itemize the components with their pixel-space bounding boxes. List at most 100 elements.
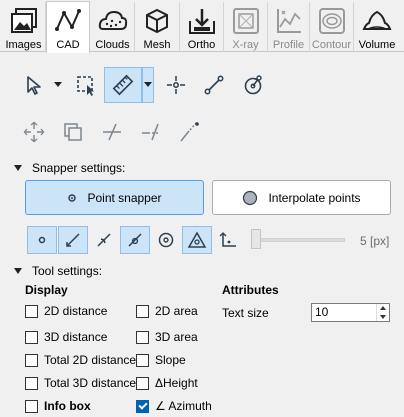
- checkbox-box[interactable]: [25, 353, 38, 367]
- point-dot-icon: [68, 193, 77, 202]
- checkbox-box[interactable]: [136, 353, 149, 367]
- interpolate-points-button[interactable]: Interpolate points: [212, 180, 391, 215]
- circle-tool-button[interactable]: [235, 70, 271, 100]
- tab-volume[interactable]: Volume: [354, 2, 400, 52]
- tab-label: Profile: [272, 39, 305, 51]
- measure-tool-dropdown[interactable]: [142, 67, 154, 103]
- copy-tool-button[interactable]: [55, 117, 91, 147]
- extend-tool-button[interactable]: [133, 117, 169, 147]
- extend-icon: [142, 123, 160, 141]
- measure-ruler-button[interactable]: [104, 67, 142, 103]
- contour-icon: [318, 8, 345, 34]
- snap-center-button[interactable]: [151, 226, 181, 254]
- select-tool-button[interactable]: [16, 70, 52, 100]
- display-title: Display: [25, 283, 68, 297]
- checkbox-label: 2D area: [155, 304, 198, 318]
- spin-up-button[interactable]: [377, 304, 389, 313]
- tab-ortho[interactable]: Ortho: [180, 2, 224, 52]
- tool-settings-header[interactable]: Tool settings:: [14, 264, 102, 278]
- checkbox-box[interactable]: [25, 304, 38, 318]
- tab-profile[interactable]: Profile: [268, 2, 310, 52]
- checkbox-box[interactable]: [25, 330, 38, 344]
- crosshair-point-icon: [167, 76, 185, 94]
- checkbox-3d-distance[interactable]: 3D distance: [25, 330, 107, 344]
- snap-perpendicular-button[interactable]: [213, 226, 243, 254]
- rectangle-select-button[interactable]: [68, 70, 104, 100]
- tab-contour[interactable]: Contour: [310, 2, 354, 52]
- tab-xray[interactable]: X-ray: [224, 2, 268, 52]
- trim-icon: [103, 123, 121, 141]
- checkbox-box[interactable]: [136, 304, 149, 318]
- tab-label: Clouds: [95, 39, 130, 51]
- point-snapper-button[interactable]: Point snapper: [25, 180, 204, 215]
- checkbox-slope[interactable]: Slope: [136, 353, 186, 367]
- chevron-down-icon: [144, 82, 152, 87]
- checkbox-azimuth[interactable]: ∠ Azimuth: [136, 399, 212, 413]
- spin-arrows[interactable]: [376, 304, 389, 321]
- tab-label: X-ray: [232, 39, 259, 51]
- interpolate-points-label: Interpolate points: [268, 190, 361, 205]
- clouds-icon: [98, 10, 127, 30]
- snap-on-line-button[interactable]: [120, 226, 150, 254]
- move-tool-button[interactable]: [16, 117, 52, 147]
- checkbox-box[interactable]: [136, 399, 149, 413]
- point-snapper-label: Point snapper: [87, 190, 162, 205]
- point-tool-button[interactable]: [158, 70, 194, 100]
- tab-label: Mesh: [143, 39, 171, 51]
- select-tool-dropdown[interactable]: [52, 70, 64, 100]
- checkbox-box[interactable]: [136, 376, 149, 390]
- tab-label: Volume: [358, 39, 396, 51]
- checkbox-info-box[interactable]: Info box: [25, 399, 91, 413]
- spin-down-button[interactable]: [377, 313, 389, 322]
- checkbox-total-2d-distance[interactable]: Total 2D distance: [25, 353, 136, 367]
- snap-triangle-button[interactable]: [182, 226, 212, 254]
- chevron-down-icon: [380, 314, 386, 319]
- pointer-arrow-icon: [27, 76, 41, 95]
- checkbox-2d-area[interactable]: 2D area: [136, 304, 198, 318]
- snap-radius-slider-track[interactable]: [255, 238, 345, 242]
- line-segment-icon: [204, 75, 224, 95]
- chevron-up-icon: [380, 306, 386, 311]
- snap-perpendicular-icon: [219, 232, 236, 247]
- snap-midpoint-button[interactable]: [89, 226, 119, 254]
- tab-mesh[interactable]: Mesh: [135, 2, 180, 52]
- break-line-icon: [180, 122, 199, 142]
- checkbox-total-3d-distance[interactable]: Total 3D distance: [25, 376, 136, 390]
- checkbox-2d-distance[interactable]: 2D distance: [25, 304, 107, 318]
- line-tool-button[interactable]: [196, 70, 232, 100]
- attributes-title: Attributes: [222, 283, 279, 297]
- text-size-spinbox[interactable]: 10: [311, 303, 390, 322]
- xray-icon: [232, 8, 259, 34]
- text-size-value[interactable]: 10: [312, 304, 376, 321]
- snap-radius-slider-handle[interactable]: [251, 229, 261, 249]
- snap-endpoint-icon: [66, 233, 80, 247]
- ortho-icon: [188, 9, 215, 34]
- snap-point-button[interactable]: [27, 226, 57, 254]
- snap-radius-value: 5 [px]: [360, 234, 390, 248]
- checkbox-box[interactable]: [25, 399, 38, 413]
- collapse-triangle-icon: [14, 165, 22, 171]
- mesh-cube-icon: [146, 8, 168, 34]
- checkbox-label: Slope: [155, 353, 186, 367]
- checkbox-box[interactable]: [25, 376, 38, 390]
- checkbox-label: Total 3D distance: [44, 376, 137, 390]
- break-tool-button[interactable]: [171, 117, 207, 147]
- tab-label: CAD: [56, 39, 80, 51]
- trim-tool-button[interactable]: [94, 117, 130, 147]
- tab-label: Ortho: [187, 39, 216, 51]
- checkbox-delta-height[interactable]: ΔHeight: [136, 376, 198, 390]
- snapper-settings-header[interactable]: Snapper settings:: [14, 161, 125, 175]
- checkbox-box[interactable]: [136, 330, 149, 344]
- tab-label: Contour: [311, 39, 352, 51]
- tab-images[interactable]: Images: [2, 2, 46, 52]
- checkbox-label: Total 2D distance: [44, 353, 137, 367]
- profile-icon: [276, 9, 301, 33]
- snap-center-icon: [158, 232, 174, 248]
- tab-cad[interactable]: CAD: [46, 1, 90, 53]
- checkbox-3d-area[interactable]: 3D area: [136, 330, 198, 344]
- ruler-icon: [112, 74, 134, 96]
- snap-endpoint-button[interactable]: [58, 226, 88, 254]
- tool-settings-label: Tool settings:: [32, 264, 103, 278]
- move-arrows-icon: [23, 121, 45, 143]
- tab-clouds[interactable]: Clouds: [91, 2, 135, 52]
